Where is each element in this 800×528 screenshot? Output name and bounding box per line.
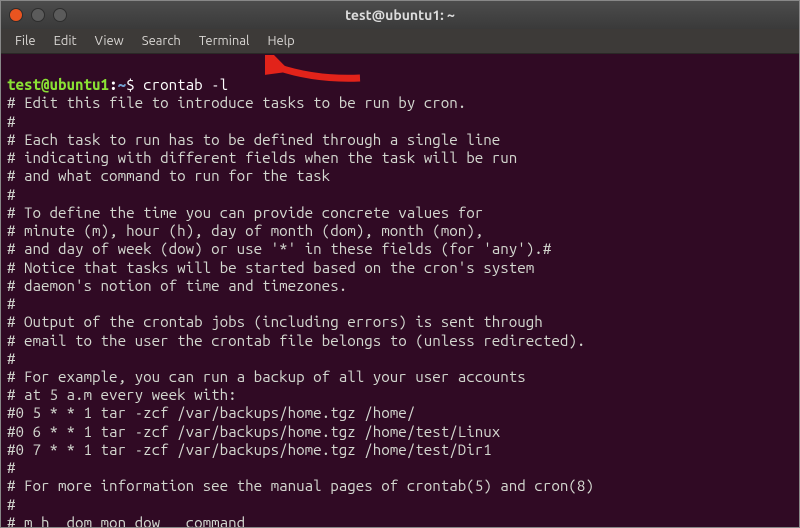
output-line: # For example, you can run a backup of a… bbox=[7, 368, 793, 386]
output-line: # m h dom mon dow command bbox=[7, 514, 793, 527]
menu-help[interactable]: Help bbox=[259, 32, 302, 50]
titlebar: test@ubuntu1: ~ bbox=[1, 1, 799, 29]
command-text: crontab -l bbox=[143, 76, 228, 93]
output-line: # at 5 a.m every week with: bbox=[7, 386, 793, 404]
output-line: # email to the user the crontab file bel… bbox=[7, 332, 793, 350]
maximize-icon[interactable] bbox=[53, 8, 67, 22]
close-icon[interactable] bbox=[9, 8, 23, 22]
prompt-sigil: $ bbox=[126, 76, 135, 93]
prompt-line-1: test@ubuntu1:~$ crontab -l bbox=[7, 76, 793, 94]
output-line: # bbox=[7, 459, 793, 477]
output-line: # For more information see the manual pa… bbox=[7, 477, 793, 495]
menu-search[interactable]: Search bbox=[134, 32, 189, 50]
output-line: # To define the time you can provide con… bbox=[7, 204, 793, 222]
output-line: # bbox=[7, 113, 793, 131]
output-line: #0 5 * * 1 tar -zcf /var/backups/home.tg… bbox=[7, 404, 793, 422]
output-line: # Output of the crontab jobs (including … bbox=[7, 313, 793, 331]
output-line: # bbox=[7, 350, 793, 368]
menubar: File Edit View Search Terminal Help bbox=[1, 29, 799, 54]
output-line: # Edit this file to introduce tasks to b… bbox=[7, 94, 793, 112]
output-line: # bbox=[7, 295, 793, 313]
menu-edit[interactable]: Edit bbox=[46, 32, 85, 50]
output-line: #0 6 * * 1 tar -zcf /var/backups/home.tg… bbox=[7, 423, 793, 441]
menu-view[interactable]: View bbox=[87, 32, 132, 50]
prompt-user-host: test@ubuntu1 bbox=[7, 76, 109, 93]
output-line: # indicating with different fields when … bbox=[7, 149, 793, 167]
prompt-colon: : bbox=[109, 76, 118, 93]
terminal-area[interactable]: test@ubuntu1:~$ crontab -l# Edit this fi… bbox=[1, 54, 799, 527]
window-controls bbox=[9, 8, 67, 22]
menu-terminal[interactable]: Terminal bbox=[191, 32, 258, 50]
output-line: # bbox=[7, 186, 793, 204]
output-line: # and day of week (dow) or use '*' in th… bbox=[7, 240, 793, 258]
output-line: # Notice that tasks will be started base… bbox=[7, 259, 793, 277]
window-title: test@ubuntu1: ~ bbox=[345, 7, 455, 23]
minimize-icon[interactable] bbox=[31, 8, 45, 22]
output-line: # Each task to run has to be defined thr… bbox=[7, 131, 793, 149]
prompt-path: ~ bbox=[118, 76, 127, 93]
output-line: # and what command to run for the task bbox=[7, 167, 793, 185]
output-line: # bbox=[7, 496, 793, 514]
output-line: # minute (m), hour (h), day of month (do… bbox=[7, 222, 793, 240]
output-line: #0 7 * * 1 tar -zcf /var/backups/home.tg… bbox=[7, 441, 793, 459]
output-line: # daemon's notion of time and timezones. bbox=[7, 277, 793, 295]
menu-file[interactable]: File bbox=[7, 32, 44, 50]
